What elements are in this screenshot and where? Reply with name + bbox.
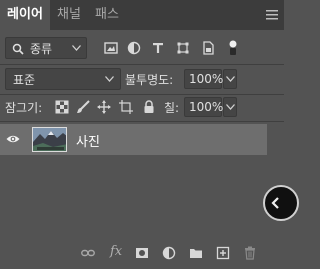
chevron-down-icon xyxy=(105,76,114,82)
divider xyxy=(0,64,284,65)
blend-mode-select[interactable]: 표준 xyxy=(5,68,121,90)
filter-toggle-icon[interactable] xyxy=(228,40,238,56)
link-layers-icon[interactable] xyxy=(81,246,95,260)
chevron-down-icon xyxy=(226,76,235,82)
eye-icon[interactable] xyxy=(6,134,20,144)
smart-object-filter-icon[interactable] xyxy=(201,41,215,55)
layer-thumbnail xyxy=(32,127,67,152)
blend-mode-value: 표준 xyxy=(13,73,36,87)
chevron-down-icon xyxy=(226,104,235,110)
image-filter-icon[interactable] xyxy=(104,41,118,55)
chevron-left-icon xyxy=(271,197,279,209)
opacity-input[interactable]: 100% xyxy=(184,69,223,89)
new-layer-icon[interactable] xyxy=(216,246,230,260)
divider xyxy=(0,94,284,95)
layer-kind-filter-value: 종류 xyxy=(30,42,53,56)
layer-kind-filter-select[interactable]: 종류 xyxy=(5,37,87,59)
tab-layers[interactable]: 레이어 xyxy=(0,0,50,30)
tab-paths[interactable]: 패스 xyxy=(90,0,124,30)
divider xyxy=(0,121,284,122)
layer-name[interactable]: 사진 xyxy=(76,131,100,150)
adjustment-filter-icon[interactable] xyxy=(127,41,141,55)
panel-tab-bar: 레이어 채널 패스 xyxy=(0,0,284,30)
tab-channels[interactable]: 채널 xyxy=(52,0,86,30)
panel-menu-icon[interactable] xyxy=(266,10,278,20)
layers-panel: 레이어 채널 패스 종류 표준 불투명도: 100% 잠그기: 칠: 100% … xyxy=(0,0,299,269)
opacity-label: 불투명도: xyxy=(125,73,174,87)
lock-image-pixels-icon[interactable] xyxy=(76,100,90,114)
fill-dropdown[interactable] xyxy=(223,97,237,117)
group-folder-icon[interactable] xyxy=(189,246,203,260)
layer-row[interactable]: 사진 xyxy=(0,124,267,155)
lock-position-icon[interactable] xyxy=(97,100,111,114)
shape-filter-icon[interactable] xyxy=(176,41,190,55)
fill-input[interactable]: 100% xyxy=(184,97,223,117)
adjustment-layer-icon[interactable] xyxy=(162,246,176,260)
panel-collapse-handle[interactable] xyxy=(263,185,299,221)
trash-icon[interactable] xyxy=(243,246,257,260)
lock-label: 잠그기: xyxy=(5,101,43,115)
search-icon xyxy=(12,43,24,55)
chevron-down-icon xyxy=(72,45,81,51)
opacity-dropdown[interactable] xyxy=(223,69,237,89)
lock-transparent-pixels-icon[interactable] xyxy=(55,100,69,114)
mask-icon[interactable] xyxy=(135,246,149,260)
fill-label: 칠: xyxy=(164,101,180,115)
type-filter-icon[interactable] xyxy=(151,41,165,55)
fx-icon[interactable]: fx xyxy=(110,244,122,259)
lock-artboard-icon[interactable] xyxy=(119,100,133,114)
lock-all-icon[interactable] xyxy=(142,100,156,114)
